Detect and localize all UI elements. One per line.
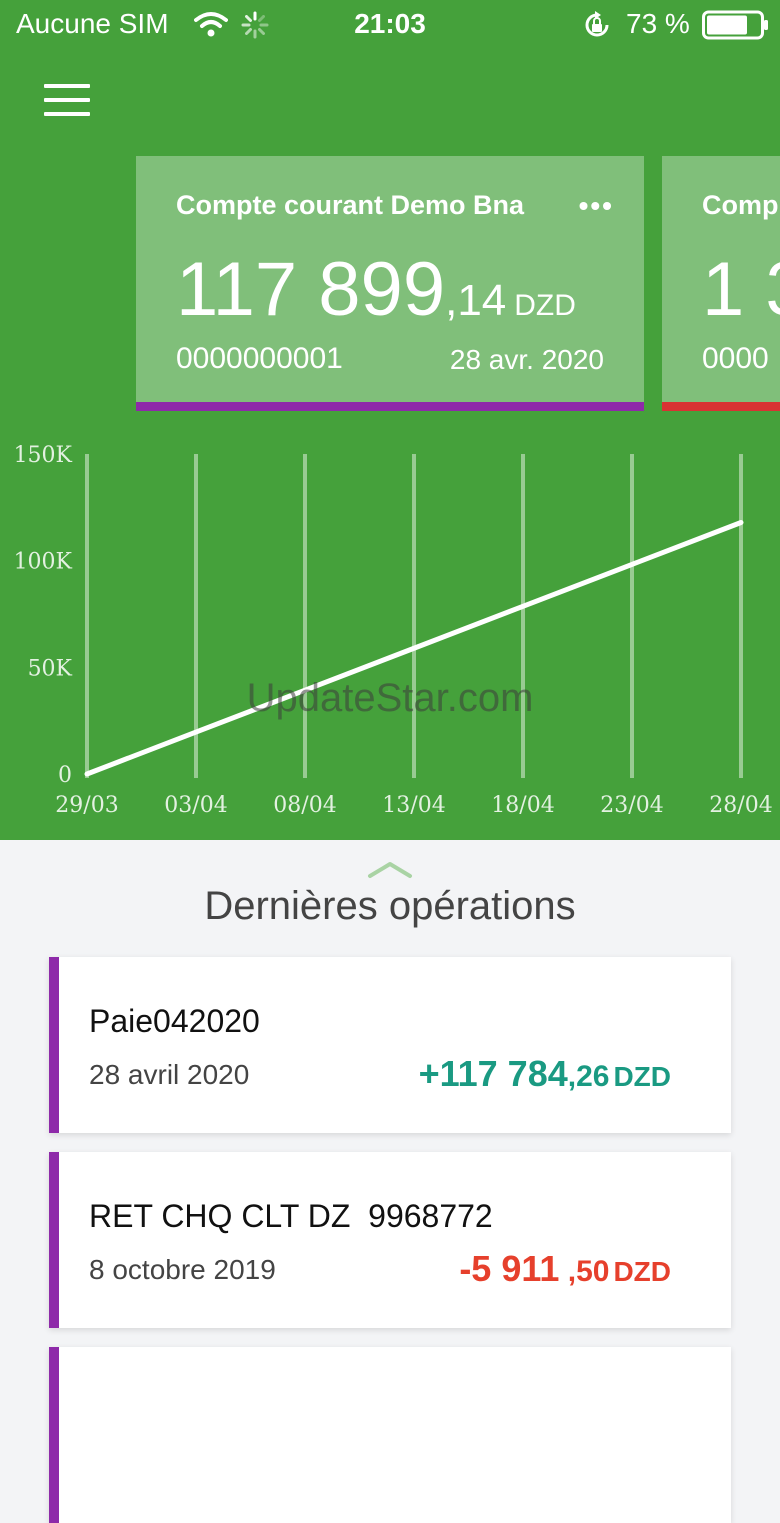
operation-label: Paie042020	[89, 1003, 260, 1039]
operation-label: RET CHQ CLT DZ 9968772	[89, 1198, 493, 1234]
operation-item[interactable]	[49, 1347, 731, 1523]
hamburger-icon-bar	[44, 98, 90, 102]
account-card[interactable]: Comp 1 3 0000	[662, 156, 780, 411]
orientation-lock-icon	[585, 11, 609, 37]
amount-decimals: ,50	[559, 1255, 610, 1288]
chart-x-tick-label: 03/04	[164, 793, 227, 818]
battery-percent: 73 %	[626, 8, 690, 39]
account-number: 0000	[702, 342, 769, 375]
account-card[interactable]: Compte courant Demo Bna ••• 117 899,14 DZ…	[136, 156, 644, 411]
account-date: 28 avr. 2020	[449, 344, 604, 375]
account-number: 0000000001	[176, 342, 343, 375]
chart-x-tick-label: 29/03	[55, 793, 118, 818]
chart-x-tick-label: 28/04	[709, 793, 772, 818]
chart-y-tick-label: 150K	[14, 443, 73, 468]
balance-integer: 117 899	[176, 247, 446, 332]
account-balance: 1 3	[702, 246, 780, 333]
watermark: UpdateStar.com	[246, 676, 534, 720]
amount-currency: DZD	[613, 1256, 671, 1287]
amount-decimals: ,26	[567, 1060, 610, 1093]
chart-x-tick-label: 23/04	[600, 793, 663, 818]
menu-button[interactable]	[44, 84, 94, 120]
amount-integer: +117 784	[418, 1053, 568, 1094]
battery-icon	[702, 10, 768, 40]
chart-x-tick-label: 13/04	[382, 793, 445, 818]
chevron-up-icon[interactable]	[366, 858, 414, 880]
section-title: Dernières opérations	[204, 884, 576, 928]
chart-y-tick-label: 100K	[14, 550, 73, 575]
chart-y-tick-label: 0	[58, 763, 72, 788]
balance-currency: DZD	[514, 289, 576, 322]
amount-integer: -5 911	[459, 1248, 560, 1289]
account-name: Comp	[702, 190, 779, 220]
chart-x-tick-label: 08/04	[273, 793, 336, 818]
operation-date: 8 octobre 2019	[89, 1254, 276, 1285]
operation-date: 28 avril 2020	[89, 1059, 250, 1090]
hamburger-icon-bar	[44, 84, 90, 88]
account-balance: 117 899,14 DZD	[176, 246, 576, 333]
status-bar: Aucune SIM 21:03 73 %	[0, 0, 780, 52]
hamburger-icon-bar	[44, 112, 90, 116]
operation-amount: +117 784,26 DZD	[419, 1053, 671, 1095]
amount-currency: DZD	[613, 1061, 671, 1092]
chart-x-tick-label: 18/04	[491, 793, 554, 818]
operation-amount: -5 911 ,50 DZD	[459, 1248, 671, 1290]
balance-integer: 1 3	[702, 247, 780, 332]
balance-chart: 050K100K150K 29/03 03/04 08/04 13/04 18/04 23…	[14, 443, 773, 818]
more-options-icon[interactable]: •••	[579, 190, 614, 222]
balance-decimals: ,14	[445, 276, 507, 325]
account-name: Compte courant Demo Bna	[176, 190, 525, 220]
operation-item[interactable]: Paie042020 28 avril 2020 +117 784,26 DZD	[49, 957, 731, 1133]
operation-item[interactable]: RET CHQ CLT DZ 9968772 8 octobre 2019 -5…	[49, 1152, 731, 1328]
